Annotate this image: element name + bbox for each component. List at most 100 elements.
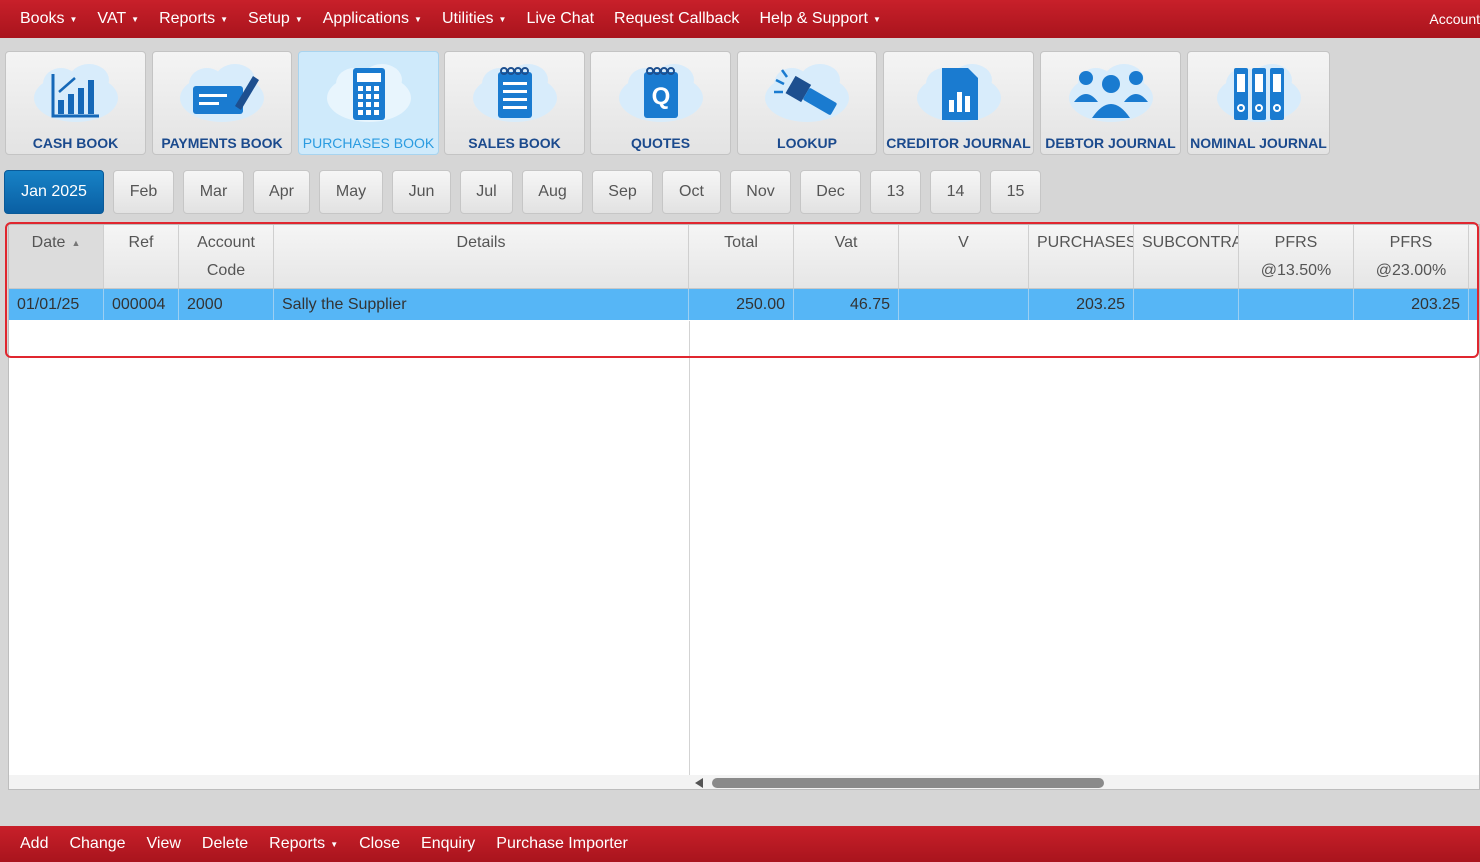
column-header-pfrs-2300[interactable]: PFRS @23.00% xyxy=(1354,225,1469,288)
column-title: Vat xyxy=(834,234,858,251)
add-button[interactable]: Add xyxy=(0,835,59,853)
menu-request-callback[interactable]: Request Callback xyxy=(604,10,749,28)
caret-down-icon: ▼ xyxy=(872,14,881,24)
toolbar-label: QUOTES xyxy=(630,135,691,151)
column-subtitle: Code xyxy=(206,262,246,279)
month-tab-nov[interactable]: Nov xyxy=(730,170,791,214)
column-title: Ref xyxy=(128,234,154,251)
frozen-column-divider xyxy=(689,321,690,789)
cell-pfrs-1350 xyxy=(1239,289,1354,320)
column-header-vat[interactable]: Vat xyxy=(794,225,899,288)
column-title: Total xyxy=(724,234,758,251)
month-tab-jun[interactable]: Jun xyxy=(392,170,451,214)
menu-utilities[interactable]: Utilities ▼ xyxy=(432,10,516,28)
menu-vat[interactable]: VAT ▼ xyxy=(87,10,149,28)
flashlight-icon xyxy=(765,64,849,122)
top-menubar: Books ▼ VAT ▼ Reports ▼ Setup ▼ Applications… xyxy=(0,0,1480,38)
change-button[interactable]: Change xyxy=(59,835,136,853)
month-tab-feb[interactable]: Feb xyxy=(113,170,174,214)
quote-icon: Q xyxy=(618,64,703,122)
column-header-details[interactable]: Details xyxy=(274,225,689,288)
caret-down-icon: ▼ xyxy=(131,14,140,24)
month-tab-jul[interactable]: Jul xyxy=(460,170,513,214)
menu-setup[interactable]: Setup ▼ xyxy=(238,10,313,28)
account-menu[interactable]: Account xyxy=(1429,0,1480,38)
period-tab-15[interactable]: 15 xyxy=(990,170,1041,214)
creditor-journal-button[interactable]: CREDITOR JOURNAL xyxy=(883,51,1034,155)
column-title: V xyxy=(958,234,969,251)
period-tab-14[interactable]: 14 xyxy=(930,170,981,214)
view-button[interactable]: View xyxy=(136,835,191,853)
purchase-importer-button[interactable]: Purchase Importer xyxy=(486,835,639,853)
month-tab-aug[interactable]: Aug xyxy=(522,170,583,214)
purchases-grid: Date ▲ Ref Account Code Details Total Vat … xyxy=(8,224,1480,790)
delete-button[interactable]: Delete xyxy=(191,835,258,853)
caret-down-icon: ▼ xyxy=(330,839,339,849)
cell-v xyxy=(899,289,1029,320)
column-header-v[interactable]: V xyxy=(899,225,1029,288)
cash-book-button[interactable]: CASH BOOK xyxy=(5,51,146,155)
month-tab-may[interactable]: May xyxy=(319,170,383,214)
payments-book-button[interactable]: PAYMENTS BOOK xyxy=(152,51,292,155)
column-header-purchases[interactable]: PURCHASES xyxy=(1029,225,1134,288)
notepad-icon xyxy=(472,64,557,122)
menu-label: Applications xyxy=(322,10,410,27)
bottom-action-bar: Add Change View Delete Reports ▼ Close En… xyxy=(0,826,1480,862)
month-tab-apr[interactable]: Apr xyxy=(253,170,310,214)
caret-down-icon: ▼ xyxy=(414,14,422,24)
menu-books[interactable]: Books ▼ xyxy=(10,10,87,28)
calculator-icon xyxy=(326,64,411,122)
menu-label: Request Callback xyxy=(614,10,740,27)
close-button[interactable]: Close xyxy=(349,835,411,853)
menu-label: Books xyxy=(20,10,65,27)
menu-live-chat[interactable]: Live Chat xyxy=(516,10,604,28)
purchases-book-button[interactable]: PURCHASES BOOK xyxy=(298,51,439,155)
caret-down-icon: ▼ xyxy=(294,14,303,24)
menu-applications[interactable]: Applications ▼ xyxy=(313,10,432,28)
period-tab-13[interactable]: 13 xyxy=(870,170,921,214)
toolbar-label: PURCHASES BOOK xyxy=(302,135,435,151)
menu-label: Help & Support xyxy=(759,10,868,27)
column-header-ref[interactable]: Ref xyxy=(104,225,179,288)
enquiry-button[interactable]: Enquiry xyxy=(411,835,486,853)
column-header-account-code[interactable]: Account Code xyxy=(179,225,274,288)
lookup-button[interactable]: LOOKUP xyxy=(737,51,877,155)
column-title: Date xyxy=(31,234,66,252)
month-tab-sep[interactable]: Sep xyxy=(592,170,653,214)
action-label: Purchase Importer xyxy=(496,835,628,852)
quotes-button[interactable]: Q QUOTES xyxy=(590,51,731,155)
cell-vat: 46.75 xyxy=(794,289,899,320)
action-label: View xyxy=(146,835,181,852)
toolbar-label: LOOKUP xyxy=(777,135,837,151)
toolbar-label: SALES BOOK xyxy=(468,135,561,151)
action-label: Delete xyxy=(201,835,249,852)
toolbar-label: NOMINAL JOURNAL xyxy=(1190,135,1327,151)
scrollbar-thumb[interactable] xyxy=(712,778,1104,788)
month-tab-mar[interactable]: Mar xyxy=(183,170,244,214)
menu-label: Utilities xyxy=(441,10,494,27)
menu-reports[interactable]: Reports ▼ xyxy=(149,10,238,28)
binders-icon xyxy=(1216,64,1301,122)
caret-down-icon: ▼ xyxy=(220,14,229,24)
column-title: PURCHASES xyxy=(1037,234,1134,251)
cell-total: 250.00 xyxy=(689,289,794,320)
action-label: Change xyxy=(69,835,126,852)
month-tab-jan-2025[interactable]: Jan 2025 xyxy=(4,170,104,214)
column-header-total[interactable]: Total xyxy=(689,225,794,288)
month-tab-oct[interactable]: Oct xyxy=(662,170,721,214)
column-header-date[interactable]: Date ▲ xyxy=(9,225,104,288)
column-title: PFRS xyxy=(1389,234,1433,251)
debtor-journal-button[interactable]: DEBTOR JOURNAL xyxy=(1040,51,1181,155)
scroll-left-icon[interactable] xyxy=(695,778,703,788)
column-subtitle: @23.00% xyxy=(1375,262,1447,279)
column-title: PFRS xyxy=(1274,234,1318,251)
sales-book-button[interactable]: SALES BOOK xyxy=(444,51,585,155)
column-header-pfrs-1350[interactable]: PFRS @13.50% xyxy=(1239,225,1354,288)
caret-down-icon: ▼ xyxy=(69,14,78,24)
table-row[interactable]: 01/01/25 000004 2000 Sally the Supplier … xyxy=(9,289,1479,320)
month-tab-dec[interactable]: Dec xyxy=(800,170,861,214)
nominal-journal-button[interactable]: NOMINAL JOURNAL xyxy=(1187,51,1330,155)
column-header-subcontra[interactable]: SUBCONTRA xyxy=(1134,225,1239,288)
reports-dropdown-button[interactable]: Reports ▼ xyxy=(259,835,349,853)
menu-help-support[interactable]: Help & Support ▼ xyxy=(749,10,890,28)
